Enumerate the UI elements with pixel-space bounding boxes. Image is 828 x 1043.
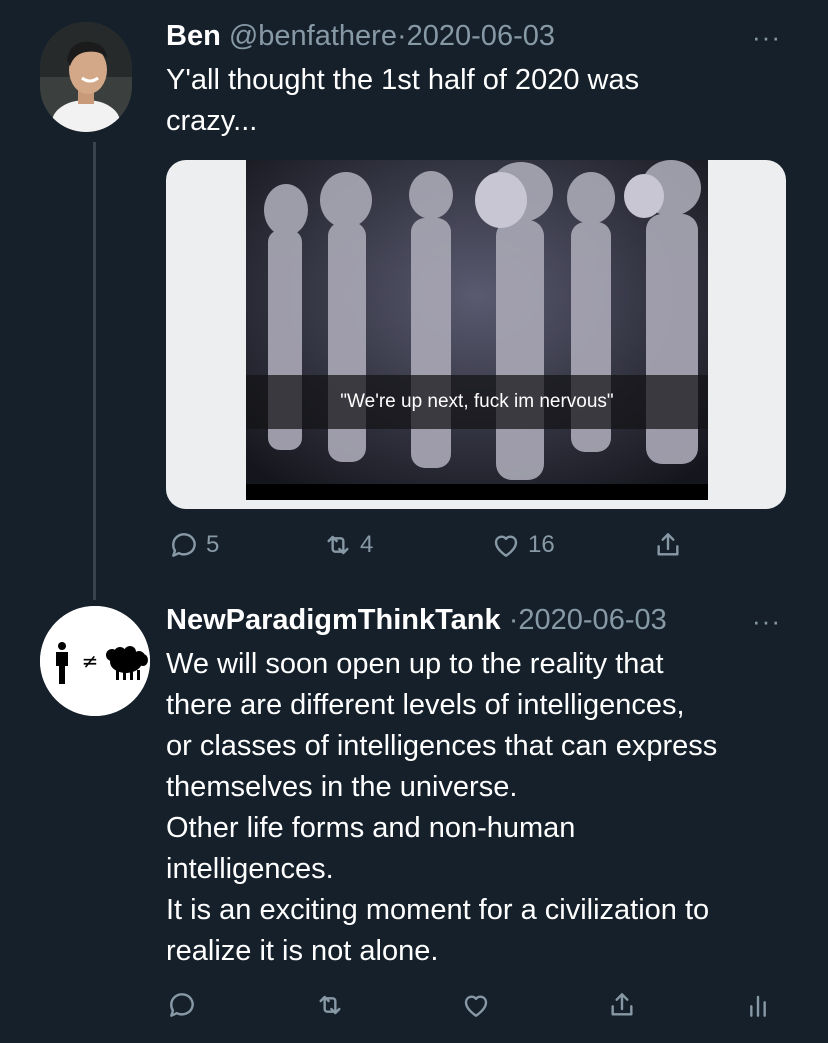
text-line: themselves in the universe. (166, 771, 518, 803)
text-line: Other life forms and non-human (166, 812, 576, 844)
retweet-icon (319, 995, 341, 1015)
thread-connector-line (93, 142, 96, 600)
retweet-icon (327, 535, 349, 555)
text-line: Y'all thought the 1st half of 2020 was (166, 64, 640, 96)
more-options-icon[interactable]: ··· (752, 22, 781, 53)
analytics-icon (750, 995, 766, 1017)
text-line: It is an exciting moment for a civilizat… (166, 894, 710, 926)
aliens-photo: "We're up next, fuck im nervous" (246, 160, 708, 500)
text-line: crazy... (166, 105, 258, 137)
reply-button[interactable]: 5 (168, 529, 219, 561)
avatar[interactable] (40, 22, 132, 132)
not-equal-symbol: ≠ (82, 649, 99, 673)
display-name[interactable]: Ben (166, 20, 221, 52)
text-line: intelligences. (166, 853, 334, 885)
text-line: realize it is not alone. (166, 935, 439, 967)
tweet-date[interactable]: 2020-06-03 (407, 20, 555, 52)
analytics-button[interactable] (742, 989, 774, 1021)
text-line: there are different levels of intelligen… (166, 689, 685, 721)
text-line: or classes of intelligences that can exp… (166, 730, 718, 762)
tweet-header: NewParadigmThinkTank ·2020-06-03 (166, 602, 667, 638)
display-name[interactable]: NewParadigmThinkTank (166, 604, 501, 636)
retweet-count: 4 (360, 531, 374, 558)
heart-icon (464, 995, 488, 1017)
share-button[interactable] (606, 989, 638, 1021)
share-icon (657, 533, 679, 556)
reply-count: 5 (206, 531, 220, 558)
retweet-button[interactable] (314, 989, 346, 1021)
heart-icon (494, 535, 518, 557)
reply-icon (172, 533, 196, 557)
reply-button[interactable] (166, 989, 198, 1021)
like-count: 16 (528, 531, 555, 558)
user-handle[interactable]: @benfathere (229, 20, 397, 52)
tweet-header: Ben @benfathere·2020-06-03 (166, 18, 555, 54)
like-button[interactable] (460, 989, 492, 1021)
share-icon (611, 993, 633, 1016)
tweet-text: Y'all thought the 1st half of 2020 was c… (166, 60, 639, 142)
separator-dot: · (508, 604, 519, 636)
tweet-media[interactable]: "We're up next, fuck im nervous" (166, 160, 786, 509)
retweet-button[interactable]: 4 (322, 529, 373, 561)
tweet-text: We will soon open up to the reality that… (166, 644, 717, 972)
image-bottom-bar (246, 484, 708, 500)
image-caption: "We're up next, fuck im nervous" (246, 375, 708, 429)
avatar[interactable]: ≠ (40, 606, 150, 716)
reply-icon (170, 993, 194, 1017)
separator-dot: · (396, 20, 407, 52)
more-options-icon[interactable]: ··· (752, 606, 781, 637)
like-button[interactable]: 16 (490, 529, 555, 561)
text-line: We will soon open up to the reality that (166, 648, 664, 680)
tweet-date[interactable]: 2020-06-03 (518, 604, 666, 636)
share-button[interactable] (652, 529, 684, 561)
